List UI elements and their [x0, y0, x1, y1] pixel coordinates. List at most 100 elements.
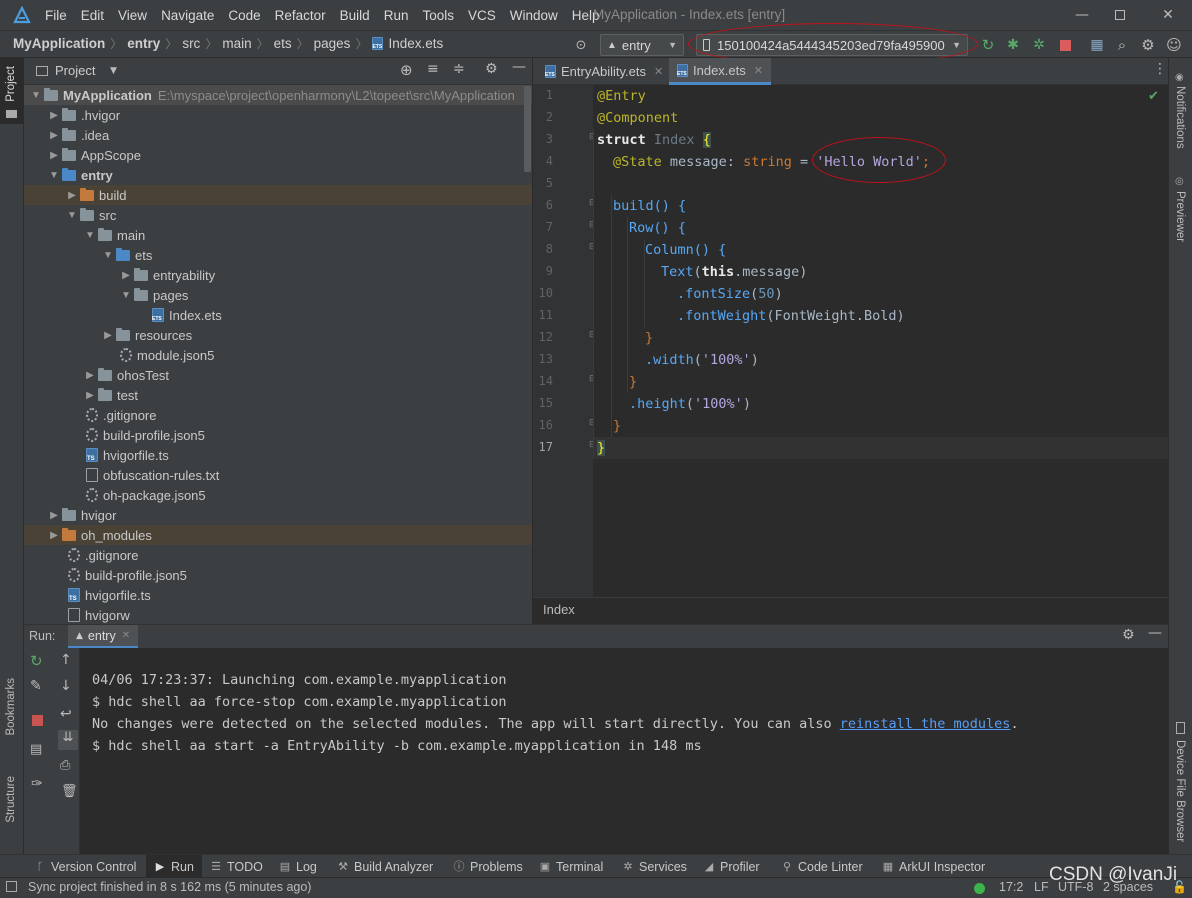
tab-entryability[interactable]: EntryAbility.ets ✕ [537, 58, 671, 85]
settings-gear-icon[interactable]: ⚙ [1139, 36, 1157, 54]
tree-item-pages[interactable]: ▼ pages [24, 285, 532, 305]
tree-item-hvigorfile[interactable]: hvigorfile.ts [24, 585, 532, 605]
breadcrumb-project[interactable]: MyApplication [13, 36, 105, 51]
tree-item-build-profile[interactable]: build-profile.json5 [24, 565, 532, 585]
hide-panel-icon[interactable]: — [1148, 625, 1162, 641]
print-icon[interactable]: ⎙ [60, 758, 70, 773]
tab-version-control[interactable]: ᚴ Version Control [34, 855, 137, 878]
menu-refactor[interactable]: Refactor [268, 8, 333, 23]
tab-build-analyzer[interactable]: ⚒ Build Analyzer [337, 855, 433, 878]
wrench-icon[interactable]: ✎ [30, 678, 42, 694]
menu-run[interactable]: Run [377, 8, 416, 23]
tree-item-ets[interactable]: ▼ ets [24, 245, 532, 265]
tree-item-index-ets[interactable]: Index.ets [24, 305, 532, 325]
hide-panel-icon[interactable]: — [512, 59, 526, 75]
project-panel-title[interactable]: Project [55, 63, 95, 78]
menu-code[interactable]: Code [221, 8, 267, 23]
project-structure-icon[interactable]: ▦ [1088, 36, 1106, 54]
tree-item-entryability[interactable]: ▶ entryability [24, 265, 532, 285]
tree-item-appscope[interactable]: ▶ AppScope [24, 145, 532, 165]
project-scrollbar[interactable] [524, 86, 531, 172]
settings-gear-icon[interactable]: ⚙ [485, 61, 498, 77]
status-panel-icon[interactable] [6, 881, 17, 892]
expand-all-icon[interactable]: ≡ [427, 61, 439, 77]
notifications-stripe-label[interactable]: Notifications [1174, 86, 1186, 149]
tree-item-idea[interactable]: ▶ .idea [24, 125, 532, 145]
caret-position[interactable]: 17:2 [999, 880, 1023, 894]
target-icon[interactable]: ⊙ [572, 36, 590, 54]
trash-icon[interactable]: 🗑 [61, 784, 78, 799]
structure-stripe-label[interactable]: Structure [5, 776, 17, 823]
menu-build[interactable]: Build [333, 8, 377, 23]
tab-code-linter[interactable]: ⚲ Code Linter [781, 855, 863, 878]
breadcrumb-src[interactable]: src [182, 36, 200, 51]
tree-item-hvigor[interactable]: ▶ hvigor [24, 505, 532, 525]
tree-item-hvigorw[interactable]: hvigorw [24, 605, 532, 624]
tree-item-gitignore[interactable]: .gitignore [24, 545, 532, 565]
tree-item-build[interactable]: ▶ build [24, 185, 532, 205]
tab-problems[interactable]: ⓘ Problems [453, 855, 523, 878]
tab-profiler[interactable]: ◢ Profiler [703, 855, 760, 878]
line-ending[interactable]: LF [1034, 880, 1049, 894]
previewer-stripe-label[interactable]: Previewer [1174, 191, 1186, 242]
tree-item-ohostest[interactable]: ▶ ohosTest [24, 365, 532, 385]
debug-icon[interactable]: ✱ [1004, 36, 1022, 54]
arrow-up-icon[interactable]: ↑ [60, 652, 72, 668]
run-console[interactable]: 04/06 17:23:37: Launching com.example.my… [80, 648, 1168, 854]
menu-vcs[interactable]: VCS [461, 8, 503, 23]
reinstall-modules-link[interactable]: reinstall the modules [840, 716, 1011, 732]
collapse-all-icon[interactable]: ≑ [453, 61, 465, 77]
close-window-button[interactable]: ✕ [1146, 0, 1190, 30]
scroll-to-end-icon[interactable]: ⇊ [58, 730, 78, 750]
pin-icon[interactable]: ✑ [31, 776, 43, 792]
tree-item-oh-modules[interactable]: ▶ oh_modules [24, 525, 532, 545]
tree-item-hvigor-dir[interactable]: ▶ .hvigor [24, 105, 532, 125]
tab-index[interactable]: Index.ets ✕ [669, 58, 771, 85]
tree-item-entry-build-profile[interactable]: build-profile.json5 [24, 425, 532, 445]
account-icon[interactable]: ☺ [1165, 36, 1183, 54]
menu-edit[interactable]: Edit [74, 8, 111, 23]
tree-item-main[interactable]: ▼ main [24, 225, 532, 245]
editor-breadcrumb-item[interactable]: Index [543, 602, 575, 617]
project-stripe-button[interactable]: Project [0, 58, 24, 124]
tree-item-root[interactable]: ▼ MyApplication E:\myspace\project\openh… [24, 85, 532, 105]
locate-icon[interactable]: ⊕ [400, 61, 413, 79]
tree-item-entry-gitignore[interactable]: .gitignore [24, 405, 532, 425]
tree-item-entry-oh-package[interactable]: oh-package.json5 [24, 485, 532, 505]
more-options-icon[interactable]: ⋮ [1153, 61, 1167, 77]
breadcrumb-pages[interactable]: pages [314, 36, 351, 51]
search-icon[interactable]: ⌕ [1113, 36, 1131, 54]
tab-todo[interactable]: ☰ TODO [210, 855, 263, 878]
tab-terminal[interactable]: ▣ Terminal [539, 855, 603, 878]
settings-gear-icon[interactable]: ⚙ [1122, 627, 1135, 643]
menu-navigate[interactable]: Navigate [154, 8, 221, 23]
chevron-down-icon[interactable]: ▼ [110, 66, 117, 76]
layout-icon[interactable]: ▤ [30, 742, 42, 757]
tree-item-test[interactable]: ▶ test [24, 385, 532, 405]
tab-log[interactable]: ▤ Log [279, 855, 317, 878]
tab-run[interactable]: ▶ Run [146, 855, 202, 878]
status-message[interactable]: Sync project finished in 8 s 162 ms (5 m… [28, 880, 311, 894]
rerun-icon[interactable]: ↻ [30, 652, 43, 670]
tree-item-obfuscation-rules[interactable]: obfuscation-rules.txt [24, 465, 532, 485]
soft-wrap-icon[interactable]: ↩ [60, 706, 72, 722]
attach-debugger-icon[interactable]: ✲ [1030, 36, 1048, 54]
bookmarks-stripe-label[interactable]: Bookmarks [5, 678, 17, 736]
module-combo[interactable]: ▲ entry ▼ [600, 34, 684, 56]
menu-file[interactable]: File [38, 8, 74, 23]
run-tab-entry[interactable]: ▲ entry ✕ [68, 625, 139, 648]
close-tab-icon[interactable]: ✕ [122, 630, 130, 641]
breadcrumb-entry[interactable]: entry [127, 36, 160, 51]
menu-view[interactable]: View [111, 8, 154, 23]
close-tab-icon[interactable]: ✕ [654, 65, 663, 78]
menu-window[interactable]: Window [503, 8, 565, 23]
stop-icon[interactable] [32, 715, 43, 726]
device-file-browser-stripe-label[interactable]: Device File Browser [1174, 740, 1186, 842]
tab-arkui-inspector[interactable]: ▦ ArkUI Inspector [882, 855, 985, 878]
arrow-down-icon[interactable]: ↓ [60, 678, 72, 694]
tab-services[interactable]: ✲ Services [622, 855, 687, 878]
close-tab-icon[interactable]: ✕ [754, 64, 763, 77]
tree-item-resources[interactable]: ▶ resources [24, 325, 532, 345]
tree-item-entry-hvigorfile[interactable]: hvigorfile.ts [24, 445, 532, 465]
maximize-button[interactable] [1098, 0, 1142, 30]
